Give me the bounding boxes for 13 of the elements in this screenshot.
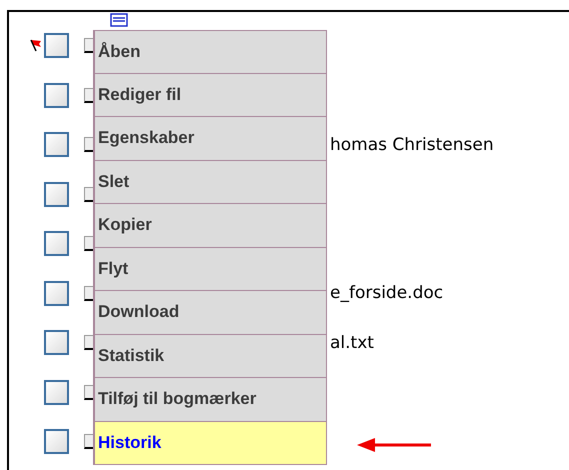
menu-item[interactable]: Slet xyxy=(95,160,327,204)
menu-item[interactable]: Flyt xyxy=(95,248,327,291)
menu-item[interactable]: Statistik xyxy=(95,334,327,378)
menu-item[interactable]: Åben xyxy=(95,30,327,74)
file-name: homas Christensen xyxy=(330,134,494,155)
menu-item[interactable]: Kopier xyxy=(95,204,327,248)
file-name: al.txt xyxy=(330,332,374,353)
menu-item[interactable]: Historik xyxy=(95,422,327,465)
menu-item[interactable]: Download xyxy=(95,291,327,334)
menu-item[interactable]: Tilføj til bogmærker xyxy=(95,378,327,422)
menu-item[interactable]: Egenskaber xyxy=(95,117,327,160)
file-name: e_forside.doc xyxy=(330,283,444,304)
menu-item[interactable]: Rediger fil xyxy=(95,74,327,117)
